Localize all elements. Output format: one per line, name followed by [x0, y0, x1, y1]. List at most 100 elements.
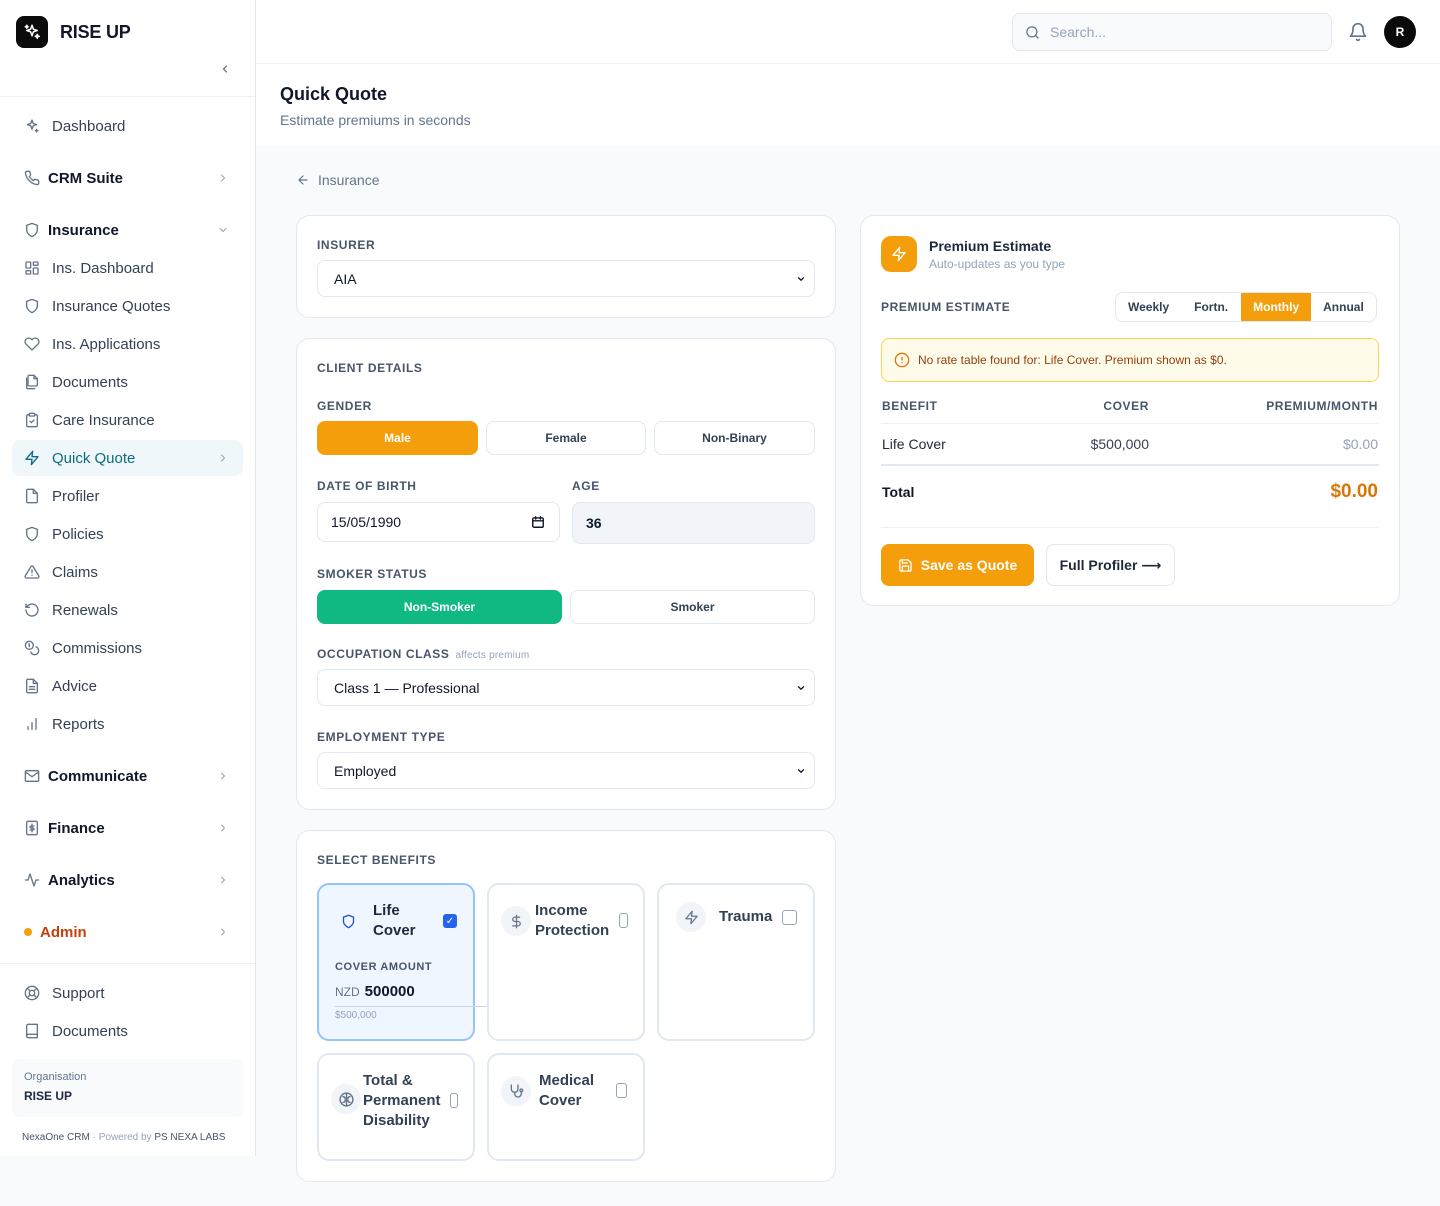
- full-profiler-button[interactable]: Full Profiler ⟶: [1046, 544, 1175, 586]
- chevron-down-icon: [797, 277, 805, 281]
- sidebar-item-label: Claims: [52, 563, 98, 581]
- sidebar-item-advice[interactable]: Advice: [12, 668, 243, 704]
- sidebar-item-reports[interactable]: Reports: [12, 706, 243, 742]
- page-header: Quick Quote Estimate premiums in seconds: [256, 64, 1440, 146]
- sparkles-icon: [26, 119, 39, 133]
- sidebar-group-communicate[interactable]: Communicate: [12, 758, 243, 794]
- age-field: 36: [572, 502, 815, 544]
- employment-type-label: EMPLOYMENT TYPE: [317, 730, 446, 744]
- benefit-life-cover[interactable]: Life Cover ✓ COVER AMOUNT NZD 500000 $50…: [317, 883, 489, 1041]
- frequency-toggle: Weekly Fortn. Monthly Annual: [1115, 292, 1377, 322]
- benefit-income-protection[interactable]: Income Protection: [487, 883, 645, 1041]
- save-as-quote-button[interactable]: Save as Quote: [881, 544, 1034, 586]
- frequency-weekly-button[interactable]: Weekly: [1116, 293, 1181, 321]
- smoker-button[interactable]: Smoker: [570, 590, 815, 624]
- benefit-name-line: Life: [373, 902, 400, 919]
- gender-male-button[interactable]: Male: [317, 421, 478, 455]
- premium-estimate-subtitle: Auto-updates as you type: [929, 257, 1066, 271]
- zap-icon: [25, 450, 39, 466]
- stethoscope-icon: [501, 1076, 531, 1106]
- gender-non-binary-button[interactable]: Non-Binary: [654, 421, 815, 455]
- sidebar-item-label: Renewals: [52, 601, 118, 619]
- insurer-label: INSURER: [317, 238, 376, 252]
- frequency-fortnightly-button[interactable]: Fortn.: [1181, 293, 1241, 321]
- dob-input[interactable]: 15/05/1990: [317, 502, 560, 542]
- sidebar-divider: [0, 963, 255, 964]
- sidebar-group-crm-suite[interactable]: CRM Suite: [12, 160, 243, 196]
- benefit-name-line: Cover: [539, 1092, 582, 1109]
- dob-label: DATE OF BIRTH: [317, 479, 417, 493]
- save-icon: [899, 558, 912, 572]
- sidebar-item-quick-quote[interactable]: Quick Quote: [12, 440, 243, 476]
- sidebar-item-profiler[interactable]: Profiler: [12, 478, 243, 514]
- alert-circle-icon: [894, 352, 910, 368]
- sidebar-item-renewals[interactable]: Renewals: [12, 592, 243, 628]
- sidebar-item-documents[interactable]: Documents: [12, 364, 243, 400]
- brain-icon: [331, 1084, 361, 1114]
- sidebar-item-claims[interactable]: Claims: [12, 554, 243, 590]
- search-box[interactable]: [1012, 13, 1332, 51]
- organisation-box[interactable]: Organisation RISE UP: [12, 1059, 243, 1117]
- medical-cover-checkbox[interactable]: [616, 1083, 627, 1098]
- employment-type-select[interactable]: Employed: [317, 752, 815, 789]
- client-details-heading: CLIENT DETAILS: [317, 361, 423, 375]
- sidebar-item-label: Profiler: [52, 487, 100, 505]
- life-cover-checkbox[interactable]: ✓: [443, 914, 457, 928]
- insurer-value: AIA: [334, 270, 357, 287]
- sidebar-item-label: Commissions: [52, 639, 143, 657]
- sidebar-item-help-documents[interactable]: Documents: [12, 1013, 243, 1049]
- age-value: 36: [586, 515, 602, 531]
- rate-table-warning: No rate table found for: Life Cover. Pre…: [881, 338, 1379, 382]
- chevron-right-icon: [221, 824, 225, 832]
- activity-icon: [24, 873, 40, 887]
- sidebar-item-policies[interactable]: Policies: [12, 516, 243, 552]
- brand[interactable]: RISE UP: [16, 16, 131, 48]
- sidebar-item-care-insurance[interactable]: Care Insurance: [12, 402, 243, 438]
- collapse-sidebar-button[interactable]: [216, 60, 234, 78]
- benefit-medical-cover[interactable]: Medical Cover: [487, 1053, 645, 1161]
- occupation-class-label-text: OCCUPATION CLASS: [317, 647, 450, 661]
- sidebar-group-label: Insurance: [48, 221, 119, 239]
- occupation-class-select[interactable]: Class 1 — Professional: [317, 669, 815, 706]
- sidebar-item-ins-applications[interactable]: Ins. Applications: [12, 326, 243, 362]
- heart-icon: [24, 337, 40, 351]
- sidebar-group-admin[interactable]: Admin: [12, 914, 243, 950]
- tpd-checkbox[interactable]: [450, 1093, 458, 1108]
- shield-icon: [26, 222, 38, 238]
- benefit-name-line: Protection: [535, 922, 610, 939]
- sidebar-item-dashboard[interactable]: Dashboard: [12, 108, 243, 144]
- rotate-ccw-icon: [25, 603, 39, 617]
- sidebar-item-support[interactable]: Support: [12, 975, 243, 1011]
- sidebar-item-label: Policies: [52, 525, 104, 543]
- arrow-left-icon: [298, 175, 308, 185]
- back-link[interactable]: Insurance: [296, 172, 379, 188]
- search-input[interactable]: [1050, 24, 1310, 40]
- sidebar-item-ins-dashboard[interactable]: Ins. Dashboard: [12, 250, 243, 286]
- sidebar-item-commissions[interactable]: Commissions: [12, 630, 243, 666]
- row-cover: $500,000: [1090, 436, 1149, 452]
- bell-icon[interactable]: [1348, 22, 1368, 42]
- chevron-right-icon: [221, 174, 225, 182]
- trauma-checkbox[interactable]: [782, 910, 797, 925]
- cover-amount-input[interactable]: NZD 500000: [335, 983, 415, 1000]
- clipboard-check-icon: [26, 412, 38, 428]
- non-smoker-button[interactable]: Non-Smoker: [317, 590, 562, 624]
- row-benefit: Life Cover: [882, 436, 946, 452]
- avatar[interactable]: R: [1384, 16, 1416, 48]
- calendar-icon[interactable]: [531, 515, 545, 529]
- sidebar-group-finance[interactable]: Finance: [12, 810, 243, 846]
- benefit-trauma[interactable]: Trauma: [657, 883, 815, 1041]
- frequency-monthly-button[interactable]: Monthly: [1241, 293, 1312, 321]
- column-header-cover: COVER: [1103, 399, 1149, 413]
- sidebar-group-insurance[interactable]: Insurance: [12, 212, 243, 248]
- sidebar-group-label: Finance: [48, 819, 105, 837]
- benefit-total-permanent-disability[interactable]: Total & Permanent Disability: [317, 1053, 475, 1161]
- sidebar-group-analytics[interactable]: Analytics: [12, 862, 243, 898]
- dob-value: 15/05/1990: [331, 514, 402, 530]
- sidebar-item-insurance-quotes[interactable]: Insurance Quotes: [12, 288, 243, 324]
- insurer-select[interactable]: AIA: [317, 260, 815, 297]
- gender-female-button[interactable]: Female: [486, 421, 646, 455]
- occupation-class-label: OCCUPATION CLASS affects premium: [317, 647, 529, 661]
- income-protection-checkbox[interactable]: [619, 913, 628, 928]
- frequency-annual-button[interactable]: Annual: [1311, 293, 1376, 321]
